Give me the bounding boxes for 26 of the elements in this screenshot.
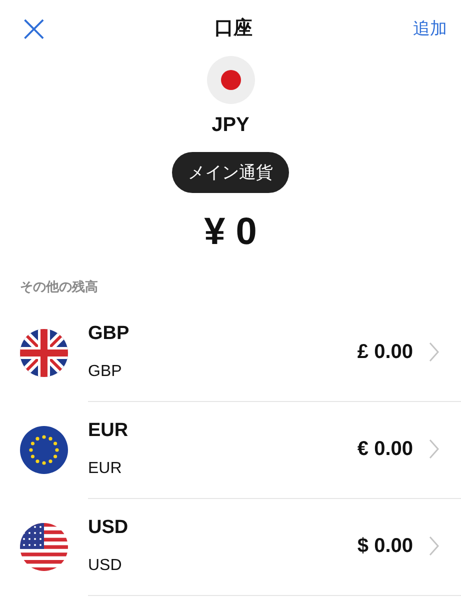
flag-icon	[206, 56, 254, 104]
main-currency-badge: メイン通貨	[172, 152, 289, 193]
currency-name: USD	[88, 557, 123, 575]
account-row[interactable]: EUR EUR € 0.00	[88, 400, 461, 498]
chevron-icon	[429, 439, 439, 459]
section-label: その他の残高	[19, 278, 99, 296]
flag-icon	[20, 328, 68, 376]
flag-icon	[20, 522, 68, 570]
currency-name: GBP	[88, 363, 123, 381]
add-button[interactable]: 追加	[413, 16, 447, 40]
currency-code: EUR	[88, 420, 130, 442]
account-amount: £ 0.00	[357, 340, 413, 364]
chevron-icon	[429, 536, 439, 556]
balance-amount: ¥ 0	[204, 211, 257, 254]
account-amount: € 0.00	[357, 438, 413, 460]
close-button[interactable]: ×	[14, 9, 54, 47]
currency-code: GBP	[88, 323, 130, 345]
account-row[interactable]: GBP GBP £ 0.00	[88, 304, 461, 402]
account-amount: $ 0.00	[357, 534, 413, 558]
currency-code: JPY	[212, 114, 250, 137]
page-title: 口座	[214, 16, 252, 41]
currency-name: EUR	[88, 460, 123, 478]
account-row[interactable]: USD USD $ 0.00	[88, 498, 461, 596]
currency-code: USD	[88, 517, 130, 539]
flag-icon	[20, 426, 68, 474]
chevron-icon	[429, 342, 439, 362]
